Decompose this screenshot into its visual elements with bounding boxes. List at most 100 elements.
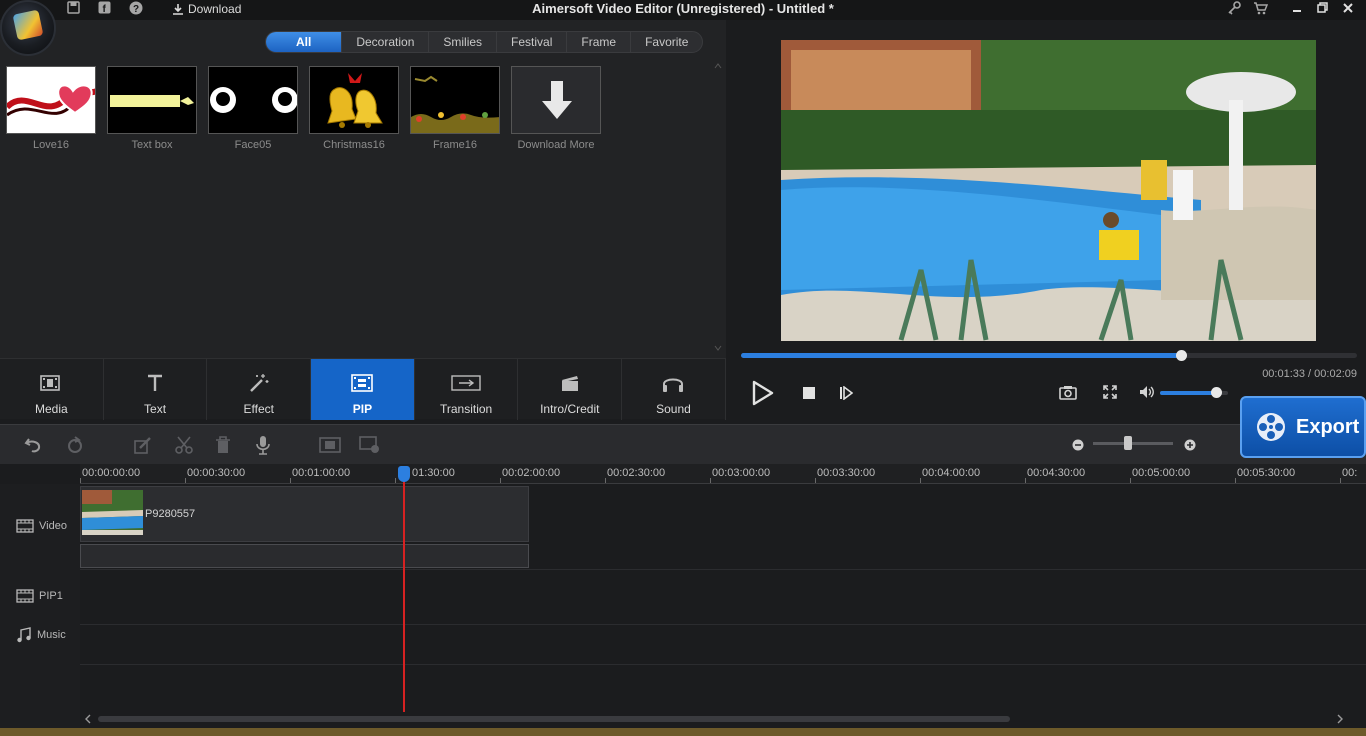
- clip-audio-lane[interactable]: [80, 544, 529, 568]
- download-arrow-icon: [542, 81, 572, 119]
- download-more-button[interactable]: Download More: [511, 66, 601, 151]
- download-more-tile: [511, 66, 601, 134]
- pip-item-love16[interactable]: Love16: [6, 66, 96, 151]
- time-readout: 00:01:33 / 00:02:09: [1262, 368, 1357, 380]
- stop-button[interactable]: [802, 386, 816, 403]
- pip-item-christmas16[interactable]: Christmas16: [309, 66, 399, 151]
- volume-slider[interactable]: [1160, 387, 1228, 398]
- redo-button[interactable]: [64, 434, 86, 456]
- ruler-label: 00:03:00:00: [712, 467, 771, 479]
- pip-track[interactable]: [80, 570, 1366, 625]
- text-button[interactable]: Text: [104, 359, 208, 420]
- transition-button[interactable]: Transition: [415, 359, 519, 420]
- film-icon: [0, 371, 103, 395]
- cut-button[interactable]: [173, 434, 195, 456]
- zoom-slider[interactable]: [1093, 442, 1173, 445]
- timeline-horizontal-scrollbar[interactable]: [80, 712, 1366, 726]
- video-track[interactable]: P9280557: [80, 484, 1366, 570]
- music-track-header: Music: [16, 627, 66, 643]
- save-icon[interactable]: [65, 1, 81, 17]
- effect-button[interactable]: Effect: [207, 359, 312, 420]
- zoom-out-button[interactable]: [1067, 434, 1089, 456]
- ruler-tick: [920, 478, 921, 483]
- progress-knob[interactable]: [1176, 350, 1188, 361]
- pip-item-frame16[interactable]: Frame16: [410, 66, 500, 151]
- volume-fill: [1160, 391, 1216, 395]
- timeline-ruler[interactable]: 00:00:00:00 00:00:30:00 00:01:00:00 01:3…: [80, 464, 1366, 484]
- tab-favorite[interactable]: Favorite: [631, 32, 702, 52]
- close-icon: [1343, 3, 1353, 13]
- zoom-out-icon: [1072, 439, 1084, 451]
- clip-name: P9280557: [145, 508, 196, 520]
- settings-button[interactable]: [359, 434, 381, 456]
- ruler-tick: [290, 478, 291, 483]
- library-scrollbar[interactable]: [714, 62, 722, 352]
- thumb-label: Download More: [517, 139, 595, 151]
- ruler-label: 00:00:00:00: [82, 467, 141, 479]
- tab-smilies[interactable]: Smilies: [429, 32, 498, 52]
- zoom-in-button[interactable]: [1179, 434, 1201, 456]
- record-voice-button[interactable]: [252, 434, 274, 456]
- export-button[interactable]: Export: [1240, 396, 1366, 458]
- video-track-label: Video: [39, 520, 67, 532]
- pip-item-text-box[interactable]: Text box: [107, 66, 197, 151]
- intro-credit-button[interactable]: Intro/Credit: [518, 359, 623, 420]
- help-icon[interactable]: ?: [128, 1, 144, 17]
- timeline-tracks: P9280557: [80, 484, 1366, 736]
- next-frame-icon: [840, 385, 854, 401]
- ruler-tick: [1025, 478, 1026, 483]
- title-bar: f ? Download Aimersoft Video Editor (Unr…: [0, 0, 1366, 20]
- pip-button[interactable]: PIP: [311, 359, 415, 420]
- cart-icon[interactable]: [1252, 1, 1268, 17]
- play-button[interactable]: [752, 380, 774, 409]
- facebook-icon[interactable]: f: [96, 1, 112, 17]
- minimize-icon: [1293, 10, 1301, 12]
- tab-decoration[interactable]: Decoration: [342, 32, 430, 52]
- undo-button[interactable]: [22, 434, 44, 456]
- thumb-label: Christmas16: [323, 139, 385, 151]
- next-frame-button[interactable]: [839, 385, 854, 403]
- minimize-button[interactable]: [1287, 0, 1307, 18]
- playback-progress-bar[interactable]: [741, 350, 1357, 361]
- stop-icon: [803, 387, 815, 399]
- edit-button[interactable]: [132, 434, 154, 456]
- sound-button[interactable]: Sound: [622, 359, 726, 420]
- close-button[interactable]: [1338, 0, 1358, 18]
- media-button[interactable]: Media: [0, 359, 104, 420]
- video-preview[interactable]: [781, 40, 1316, 341]
- ruler-label: 00:02:00:00: [502, 467, 561, 479]
- download-button[interactable]: Download: [172, 2, 241, 16]
- play-icon: [752, 380, 774, 406]
- fullscreen-button[interactable]: [1103, 385, 1117, 402]
- snapshot-button[interactable]: [1059, 385, 1077, 403]
- zoom-knob[interactable]: [1124, 436, 1132, 450]
- sound-label: Sound: [656, 402, 691, 416]
- playhead-handle[interactable]: [398, 466, 410, 482]
- ruler-label: 00:05:30:00: [1237, 467, 1296, 479]
- fullscreen-icon: [1103, 385, 1117, 399]
- volume-knob[interactable]: [1210, 387, 1222, 398]
- tab-all[interactable]: All: [266, 32, 343, 52]
- ruler-label: 00:01:00:00: [292, 467, 351, 479]
- pip-thumbnail-grid: Love16 Text box Face05 Christmas16 Frame…: [6, 66, 601, 151]
- scissors-icon: [175, 436, 193, 454]
- love-heart-thumbnail: [6, 66, 96, 134]
- text-box-thumbnail: [107, 66, 197, 134]
- crop-button[interactable]: [319, 434, 341, 456]
- scroll-thumb[interactable]: [98, 716, 1010, 722]
- thumb-label: Love16: [32, 139, 70, 151]
- tab-frame[interactable]: Frame: [567, 32, 632, 52]
- pip-track-header: PIP1: [16, 589, 63, 603]
- delete-button[interactable]: [212, 434, 234, 456]
- tab-festival[interactable]: Festival: [497, 32, 568, 52]
- music-track[interactable]: [80, 625, 1366, 665]
- app-logo[interactable]: [0, 0, 56, 56]
- video-clip[interactable]: P9280557: [80, 486, 529, 542]
- maximize-button[interactable]: [1312, 0, 1332, 18]
- key-icon[interactable]: [1226, 1, 1242, 17]
- pip-item-face05[interactable]: Face05: [208, 66, 298, 151]
- ruler-tick: [1235, 478, 1236, 483]
- ruler-tick: [710, 478, 711, 483]
- ruler-label: 01:30:00: [412, 467, 455, 479]
- volume-button[interactable]: [1139, 385, 1155, 402]
